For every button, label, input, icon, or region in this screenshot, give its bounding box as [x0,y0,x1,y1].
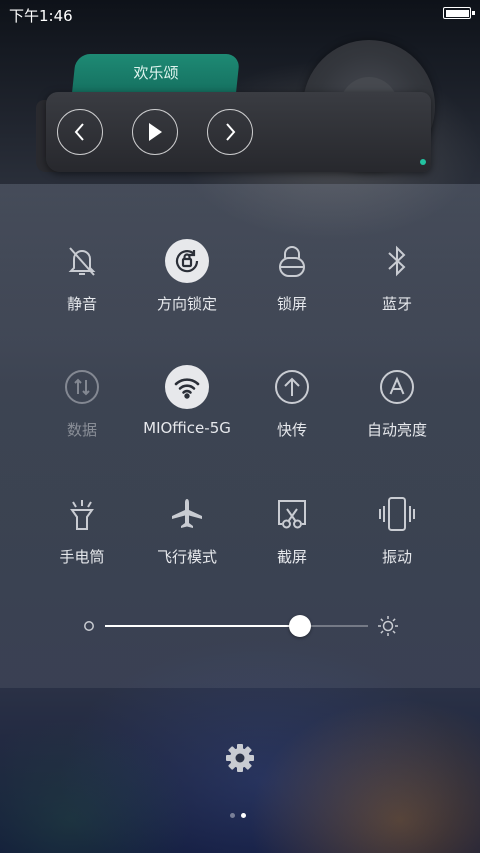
toggle-bluetooth[interactable]: 蓝牙 [342,239,452,319]
chevron-right-icon [226,123,236,141]
toggle-auto-brightness[interactable]: 自动亮度 [342,365,452,445]
lock-icon [279,246,305,277]
rotation-lock-icon [175,250,199,273]
vibrate-icon [379,497,415,531]
sun-icon [378,616,398,636]
next-button[interactable] [207,109,253,155]
music-widget: 欢乐颂 [0,0,480,190]
auto-brightness-icon [380,370,414,404]
flashlight-icon [70,500,94,530]
toggle-flashlight[interactable]: 手电筒 [27,492,137,572]
brightness-knob[interactable] [288,615,311,637]
toggle-mute[interactable]: 静音 [27,239,137,319]
toggle-quick-share[interactable]: 快传 [237,365,347,445]
upload-circle-icon [275,370,309,404]
play-button[interactable] [132,109,178,155]
airplane-icon [172,499,202,528]
brightness-slider[interactable] [80,613,402,639]
toggle-rotation-lock[interactable]: 方向锁定 [132,239,242,319]
data-arrows-icon [65,370,99,404]
play-icon [149,123,162,141]
page-indicator [230,813,250,819]
toggle-screenshot[interactable]: 截屏 [237,492,347,572]
toggle-vibrate[interactable]: 振动 [342,492,452,572]
gear-icon [226,744,254,772]
scissors-icon [278,500,306,529]
brightness-low-icon [84,621,94,631]
toggle-label: 自动亮度 [366,421,427,439]
chevron-left-icon [74,123,84,141]
page-dot-active [241,813,246,818]
page-dot [230,813,235,818]
previous-button[interactable] [57,109,103,155]
indicator-led [420,159,426,165]
bluetooth-icon [388,245,406,277]
toggle-label: 振动 [381,548,412,566]
toggle-data[interactable]: 数据 [27,365,137,445]
settings-button[interactable] [224,742,256,774]
bell-slash-icon [68,247,96,276]
toggle-label: 蓝牙 [381,295,412,313]
toggle-airplane[interactable]: 飞行模式 [132,492,242,572]
toggle-lock-screen[interactable]: 锁屏 [237,239,347,319]
toggle-wifi[interactable]: MIOffice-5G [132,365,242,445]
wifi-icon [174,378,200,399]
brightness-track[interactable] [105,625,368,627]
song-title: 欢乐颂 [133,64,179,82]
